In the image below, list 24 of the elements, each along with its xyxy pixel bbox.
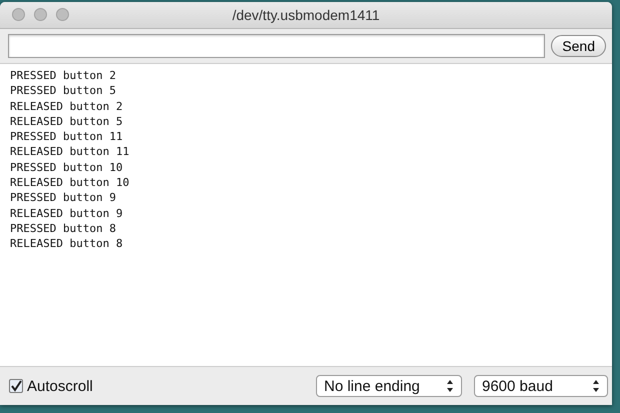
stepper-arrows-icon bbox=[591, 379, 601, 393]
stepper-arrows-icon bbox=[445, 379, 455, 393]
line-ending-dropdown[interactable]: No line ending bbox=[316, 375, 462, 397]
checkbox-icon[interactable] bbox=[9, 379, 23, 393]
output-line: RELEASED button 5 bbox=[10, 114, 124, 130]
output-line: RELEASED button 2 bbox=[10, 98, 124, 114]
output-line: RELEASED button 11 bbox=[10, 144, 130, 160]
close-icon[interactable] bbox=[12, 8, 25, 21]
zoom-icon[interactable] bbox=[56, 8, 69, 21]
output-line: PRESSED button 10 bbox=[10, 160, 124, 176]
output-line: PRESSED button 11 bbox=[10, 129, 124, 144]
minimize-icon[interactable] bbox=[34, 8, 47, 21]
output-line: RELEASED button 10 bbox=[10, 175, 130, 190]
output-line: PRESSED button 2 bbox=[10, 68, 117, 84]
output-line: PRESSED button 5 bbox=[10, 83, 117, 99]
output-line: RELEASED button 9 bbox=[10, 206, 124, 221]
send-button[interactable]: Send bbox=[551, 35, 606, 57]
output-line: PRESSED button 8 bbox=[10, 220, 117, 236]
output-line: RELEASED button 8 bbox=[10, 236, 124, 252]
input-field[interactable] bbox=[8, 34, 546, 58]
autoscroll-checkbox[interactable]: Autoscroll bbox=[9, 378, 93, 394]
output-line: PRESSED button 9 bbox=[10, 190, 117, 206]
baud-rate-dropdown[interactable]: 9600 baud bbox=[474, 375, 608, 397]
window-title: /dev/tty.usbmodem1411 bbox=[232, 7, 380, 23]
